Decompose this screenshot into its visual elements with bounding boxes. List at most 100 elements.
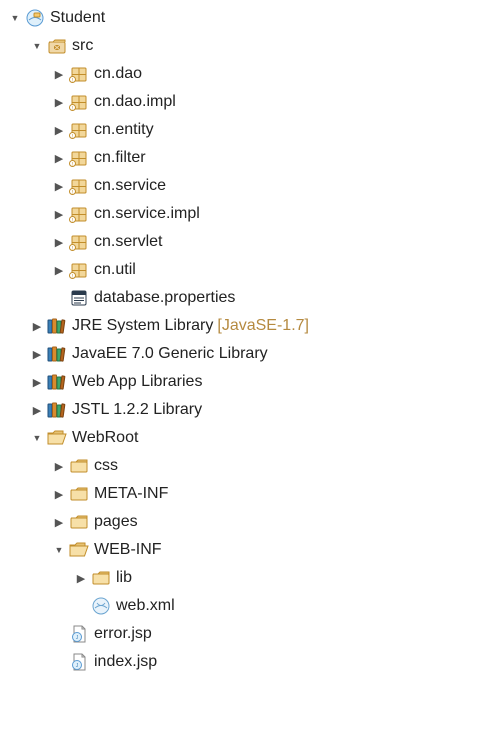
tree-item[interactable]: ▼ WebRoot [4,424,497,452]
xml-icon [90,595,112,617]
tree-item[interactable]: ▶ JSTL 1.2.2 Library [4,396,497,424]
node-label: cn.filter [94,149,146,167]
project-icon [24,7,46,29]
expand-toggle[interactable]: ▶ [52,208,66,221]
tree-item[interactable]: ▶ lib [4,564,497,592]
tree-item[interactable]: J index.jsp [4,648,497,676]
node-label: cn.dao [94,65,142,83]
tree-item[interactable]: ▶ ! cn.servlet [4,228,497,256]
tree-item[interactable]: ▶ JRE System Library [JavaSE-1.7] [4,312,497,340]
tree-item[interactable]: ▶ ! cn.service [4,172,497,200]
node-label: database.properties [94,289,235,307]
node-label: Student [50,9,105,27]
expand-toggle[interactable]: ▶ [52,124,66,137]
expand-toggle[interactable]: ▼ [30,41,44,51]
tree-item[interactable]: ▼ src [4,32,497,60]
expand-toggle[interactable]: ▶ [52,68,66,81]
svg-text:!: ! [72,134,73,140]
expand-toggle[interactable]: ▶ [30,404,44,417]
expand-toggle[interactable]: ▶ [30,376,44,389]
expand-toggle[interactable]: ▼ [52,545,66,555]
tree-item[interactable]: ▼ WEB-INF [4,536,497,564]
tree-item[interactable]: database.properties [4,284,497,312]
package-icon: ! [68,259,90,281]
expand-toggle[interactable]: ▶ [52,264,66,277]
node-label: cn.servlet [94,233,162,251]
tree-item[interactable]: ▶ pages [4,508,497,536]
node-label: error.jsp [94,625,152,643]
node-label: pages [94,513,138,531]
jsp-icon: J [68,623,90,645]
node-label: Web App Libraries [72,373,202,391]
node-label: JSTL 1.2.2 Library [72,401,202,419]
folder-icon [68,455,90,477]
folder-icon [68,483,90,505]
node-label: cn.dao.impl [94,93,176,111]
node-label: index.jsp [94,653,157,671]
tree-item[interactable]: ▶ css [4,452,497,480]
expand-toggle[interactable]: ▶ [52,236,66,249]
expand-toggle[interactable]: ▼ [8,13,22,23]
expand-toggle[interactable]: ▶ [52,180,66,193]
node-label: cn.service [94,177,166,195]
svg-text:!: ! [72,78,73,84]
tree-item[interactable]: ▶ JavaEE 7.0 Generic Library [4,340,497,368]
library-icon [46,371,68,393]
package-icon: ! [68,231,90,253]
src-folder-icon [46,35,68,57]
expand-toggle[interactable]: ▶ [74,572,88,585]
project-tree: ▼ Student ▼ src ▶ ! cn.dao ▶ [4,4,497,676]
expand-toggle[interactable]: ▶ [52,516,66,529]
expand-toggle[interactable]: ▶ [30,348,44,361]
svg-text:!: ! [72,190,73,196]
node-label: JRE System Library [72,317,213,335]
node-label: src [72,37,93,55]
folder-open-icon [46,427,68,449]
folder-icon [68,511,90,533]
node-label: lib [116,569,132,587]
node-label: META-INF [94,485,168,503]
tree-item[interactable]: ▶ ! cn.filter [4,144,497,172]
package-icon: ! [68,91,90,113]
package-icon: ! [68,203,90,225]
folder-icon [90,567,112,589]
node-label: JavaEE 7.0 Generic Library [72,345,268,363]
node-label: WebRoot [72,429,138,447]
folder-open-icon [68,539,90,561]
tree-item[interactable]: ▶ ! cn.entity [4,116,497,144]
svg-text:!: ! [72,106,73,112]
tree-item[interactable]: ▶ Web App Libraries [4,368,497,396]
node-label: web.xml [116,597,175,615]
tree-item[interactable]: ▶ META-INF [4,480,497,508]
node-label: WEB-INF [94,541,162,559]
node-suffix: [JavaSE-1.7] [217,317,309,335]
node-label: css [94,457,118,475]
tree-item[interactable]: ▼ Student [4,4,497,32]
tree-item[interactable]: web.xml [4,592,497,620]
expand-toggle[interactable]: ▼ [30,433,44,443]
expand-toggle[interactable]: ▶ [52,488,66,501]
tree-item[interactable]: ▶ ! cn.dao.impl [4,88,497,116]
library-icon [46,399,68,421]
package-icon: ! [68,119,90,141]
tree-item[interactable]: ▶ ! cn.util [4,256,497,284]
node-label: cn.service.impl [94,205,200,223]
expand-toggle[interactable]: ▶ [30,320,44,333]
package-icon: ! [68,175,90,197]
node-label: cn.util [94,261,136,279]
svg-text:!: ! [72,218,73,224]
svg-text:!: ! [72,246,73,252]
properties-icon [68,287,90,309]
expand-toggle[interactable]: ▶ [52,96,66,109]
jsp-icon: J [68,651,90,673]
tree-item[interactable]: J error.jsp [4,620,497,648]
expand-toggle[interactable]: ▶ [52,460,66,473]
svg-text:!: ! [72,274,73,280]
tree-item[interactable]: ▶ ! cn.dao [4,60,497,88]
svg-text:!: ! [72,162,73,168]
package-icon: ! [68,63,90,85]
package-icon: ! [68,147,90,169]
library-icon [46,315,68,337]
expand-toggle[interactable]: ▶ [52,152,66,165]
tree-item[interactable]: ▶ ! cn.service.impl [4,200,497,228]
